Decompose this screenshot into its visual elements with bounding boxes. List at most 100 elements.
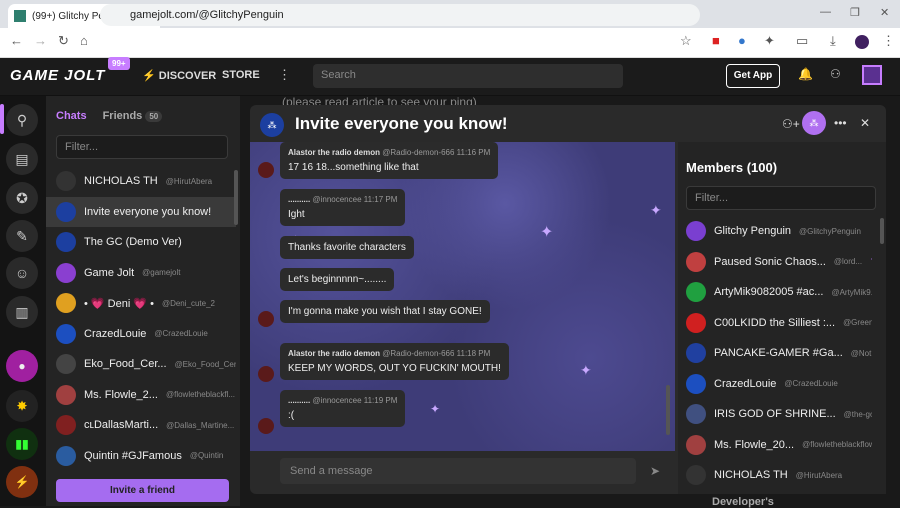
invite-friend-button[interactable]: Invite a friend xyxy=(56,479,229,502)
chat-list-item[interactable]: The GC (Demo Ver) xyxy=(46,227,236,257)
rail-chat-icon[interactable]: ⚲ xyxy=(6,104,38,136)
chat-name: ᴄʟDallasMarti... xyxy=(84,419,159,431)
chat-list-item[interactable]: Quintin #GJFamous @Quintin xyxy=(46,441,236,471)
chat-name: The GC (Demo Ver) xyxy=(84,236,182,248)
chat-name: Game Jolt xyxy=(84,266,135,279)
message-time: 11:16 PM xyxy=(456,148,491,157)
bell-icon[interactable]: 🔔 xyxy=(798,67,813,81)
chat-list-item[interactable]: Invite everyone you know! xyxy=(46,196,236,227)
url-field[interactable]: gamejolt.com/@GlitchyPenguin xyxy=(100,4,700,26)
send-icon[interactable]: ➤ xyxy=(650,464,660,478)
message-author: Alastor the radio demon xyxy=(288,148,381,157)
options-icon[interactable]: ••• xyxy=(834,116,847,130)
chat-list-item[interactable]: • 💗 Deni 💗 • @Deni_cute_2 xyxy=(46,288,236,318)
back-icon[interactable]: ← xyxy=(10,33,23,48)
rail-bot-icon[interactable]: ☺ xyxy=(6,257,38,289)
close-window-icon[interactable]: ✕ xyxy=(880,6,889,19)
get-app-button[interactable]: Get App xyxy=(726,64,780,88)
member-username: @the-god-... xyxy=(843,409,872,419)
tab-chats[interactable]: Chats xyxy=(56,110,87,122)
chat-avatar xyxy=(56,384,76,405)
member-list-item[interactable]: Glitchy Penguin @GlitchyPenguin xyxy=(686,216,872,246)
chat-filter-input[interactable]: Filter... xyxy=(56,135,228,159)
member-list-item[interactable]: Paused Sonic Chaos... @lord... ♛ xyxy=(686,247,872,277)
chat-name: Ms. Flowle_2... xyxy=(84,388,158,401)
sparkle-icon: ✦ xyxy=(650,202,662,218)
store-link[interactable]: STORE xyxy=(222,69,260,81)
member-name: NICHOLAS TH xyxy=(714,469,788,481)
reload-icon[interactable]: ↻ xyxy=(58,33,69,49)
message-input[interactable]: Send a message xyxy=(280,458,636,484)
message-text: KEEP MY WORDS, OUT YO FUCKIN' MOUTH! xyxy=(288,363,501,374)
tab-friends[interactable]: Friends 50 xyxy=(103,110,163,122)
rail-community-avatar[interactable]: ⚡ xyxy=(6,466,38,498)
member-username: @GreenA... xyxy=(843,318,872,327)
message-username: @innocencee xyxy=(312,195,362,204)
message-bubble: .......... @innocencee 11:19 PM:( xyxy=(280,390,406,427)
member-avatar xyxy=(686,282,706,302)
bookmark-star-icon[interactable]: ☆ xyxy=(680,33,692,49)
message-avatar[interactable] xyxy=(258,418,274,434)
message-bubble: Alastor the radio demon @Radio-demon-666… xyxy=(280,343,509,380)
member-list-item[interactable]: ArtyMik9082005 #ac... @ArtyMik9... xyxy=(686,277,872,307)
member-list-item[interactable]: PANCAKE-GAMER #Ga... @NotPa... xyxy=(686,338,872,368)
forward-icon[interactable]: → xyxy=(34,33,47,48)
chat-list-item[interactable]: CrazedLouie @CrazedLouie xyxy=(46,319,236,349)
extension-icon[interactable]: ● xyxy=(738,33,746,48)
member-list-scrollbar[interactable] xyxy=(880,218,884,244)
tab-search-icon[interactable]: ▭ xyxy=(796,33,808,49)
message-scrollbar[interactable] xyxy=(666,385,670,435)
rail-community-avatar[interactable]: ▮▮ xyxy=(6,428,38,460)
rail-community-avatar[interactable]: ✸ xyxy=(6,390,38,422)
close-chat-icon[interactable]: ✕ xyxy=(860,116,870,130)
download-icon[interactable]: ⤓ xyxy=(830,33,836,49)
member-filter-input[interactable]: Filter... xyxy=(686,186,876,210)
member-avatar xyxy=(686,373,706,394)
user-avatar[interactable] xyxy=(862,65,882,85)
member-list-item[interactable]: Ms. Flowle_20... @flowletheblackflow... xyxy=(686,430,872,460)
chat-list-item[interactable]: NICHOLAS TH @HirutAbera xyxy=(46,166,236,196)
chat-list-item[interactable]: Game Jolt @gamejolt xyxy=(46,258,236,288)
rail-compass-icon[interactable]: ✪ xyxy=(6,182,38,214)
message-avatar[interactable] xyxy=(258,366,274,382)
friends-icon[interactable]: ⚇ xyxy=(830,67,841,81)
message-avatar[interactable] xyxy=(258,311,274,327)
member-name: Glitchy Penguin xyxy=(714,225,792,237)
chat-list-item[interactable]: Eko_Food_Cer... @Eko_Food_Cer... xyxy=(46,349,236,379)
members-icon[interactable]: ⁂ xyxy=(802,111,826,135)
extensions-puzzle-icon[interactable]: ✦ xyxy=(764,33,775,49)
message-text: :( xyxy=(288,410,295,421)
search-input[interactable]: Search xyxy=(313,64,623,88)
crown-icon: ♛ xyxy=(870,255,872,268)
message-avatar[interactable] xyxy=(258,162,274,178)
menu-kebab-icon[interactable]: ⋮ xyxy=(882,33,895,49)
chat-list-item[interactable]: ᴄʟDallasMarti... @Dallas_Martine... xyxy=(46,410,236,440)
rail-active-indicator xyxy=(0,104,4,134)
member-name: Ms. Flowle_20... xyxy=(714,438,795,451)
member-username: @CrazedLouie xyxy=(784,379,838,388)
rail-store-icon[interactable]: ▤ xyxy=(6,143,38,175)
add-member-icon[interactable]: ⚇+ xyxy=(782,117,800,131)
rail-brush-icon[interactable]: ✎ xyxy=(6,220,38,252)
member-name: PANCAKE-GAMER #Ga... xyxy=(714,347,843,359)
member-list-item[interactable]: CrazedLouie @CrazedLouie xyxy=(686,369,872,399)
chat-list-scrollbar[interactable] xyxy=(234,170,238,225)
maximize-icon[interactable]: ❐ xyxy=(850,6,860,19)
profile-avatar[interactable] xyxy=(855,35,869,49)
member-list-item[interactable]: C00LKIDD the Silliest :... @GreenA... xyxy=(686,308,872,338)
rail-community-avatar[interactable]: ● xyxy=(6,350,38,382)
member-username: @ArtyMik9... xyxy=(831,287,872,297)
message-username: @innocencee xyxy=(312,396,362,405)
discover-link[interactable]: ⚡ DISCOVER xyxy=(142,69,216,82)
member-list-item[interactable]: NICHOLAS TH @HirutAbera xyxy=(686,460,872,490)
minimize-icon[interactable]: — xyxy=(820,6,831,18)
message-author: .......... xyxy=(288,195,311,204)
chat-avatar xyxy=(56,201,76,222)
more-icon[interactable]: ⋮ xyxy=(278,67,291,83)
home-icon[interactable]: ⌂ xyxy=(80,33,88,48)
chat-list-item[interactable]: Ms. Flowle_2... @flowletheblackfl... xyxy=(46,380,236,410)
member-list-item[interactable]: IRIS GOD OF SHRINE... @the-god-... xyxy=(686,399,872,429)
rail-grid-icon[interactable]: ▥ xyxy=(6,296,38,328)
gamejolt-logo[interactable]: GAME JOLT xyxy=(10,67,105,84)
extension-icon[interactable]: ■ xyxy=(712,33,720,48)
